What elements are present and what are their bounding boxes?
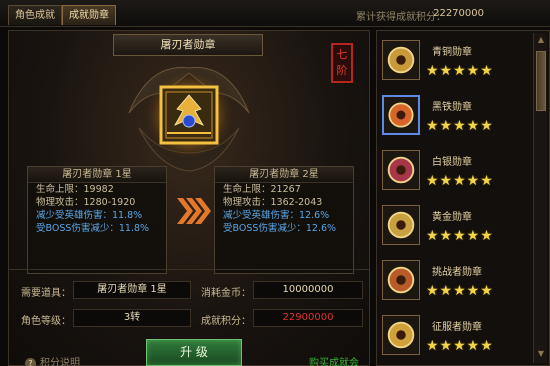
required-item-label: 需要道具： bbox=[21, 288, 71, 299]
medal-emblem-icon bbox=[128, 67, 250, 172]
scroll-up-icon[interactable]: ▲ bbox=[536, 35, 546, 47]
medal-name: 黄金勋章 bbox=[432, 212, 472, 223]
medal-item[interactable]: 征服者勋章 ★★★★★ bbox=[380, 312, 530, 364]
medal-item[interactable]: 黑铁勋章 ★★★★★ bbox=[380, 92, 530, 144]
next-boss-dmg-row: 受BOSS伤害减少：12.6% bbox=[223, 223, 337, 234]
medal-item[interactable]: 白银勋章 ★★★★★ bbox=[380, 147, 530, 199]
upgrade-arrows-icon bbox=[177, 198, 211, 224]
medal-icon bbox=[382, 40, 420, 80]
char-level-label: 角色等级： bbox=[21, 316, 71, 327]
current-boss-dmg-row: 受BOSS伤害减少：11.8% bbox=[36, 223, 150, 234]
star-rating: ★★★★★ bbox=[426, 118, 494, 134]
medal-icon bbox=[382, 95, 420, 135]
next-hero-dmg-row: 减少受英雄伤害：12.6% bbox=[223, 210, 330, 221]
medal-list-scrollbar[interactable]: ▲ ▼ bbox=[533, 33, 547, 363]
points-help-link[interactable]: ? 积分说明 bbox=[25, 354, 80, 366]
medal-icon bbox=[382, 315, 420, 355]
medal-icon bbox=[382, 260, 420, 300]
upgrade-button[interactable]: 升 级 bbox=[146, 339, 242, 366]
achievement-points-field: 22900000 bbox=[253, 309, 363, 327]
medal-detail-panel: 屠刃者勋章 七阶 屠刃者勋章 1星 生命上限：19982 物理攻击：1280-1… bbox=[8, 30, 370, 366]
scroll-thumb[interactable] bbox=[536, 51, 546, 111]
total-points-value: 22270000 bbox=[433, 8, 484, 19]
achievement-points-label: 成就积分： bbox=[201, 316, 251, 327]
rank-seal: 七阶 bbox=[331, 43, 353, 83]
medal-name: 白银勋章 bbox=[432, 157, 472, 168]
scroll-down-icon[interactable]: ▼ bbox=[536, 349, 546, 361]
next-stats-box: 屠刃者勋章 2星 生命上限：21267 物理攻击：1362-2043 减少受英雄… bbox=[214, 166, 354, 274]
star-rating: ★★★★★ bbox=[426, 283, 494, 299]
required-item-field: 屠刃者勋章 1星 bbox=[73, 281, 191, 299]
medal-list-panel: ▲ ▼ 青铜勋章 ★★★★★ 黑铁勋章 ★★★★★ 白银勋章 ★★★★★ 黄金勋章 ★★★★★… bbox=[376, 30, 550, 366]
medal-name: 挑战者勋章 bbox=[432, 267, 482, 278]
gold-cost-label: 消耗金币： bbox=[201, 288, 251, 299]
section-divider bbox=[9, 269, 369, 270]
medal-item[interactable]: 青铜勋章 ★★★★★ bbox=[380, 37, 530, 89]
next-atk-row: 物理攻击：1362-2043 bbox=[223, 197, 323, 208]
medal-item[interactable]: 挑战者勋章 ★★★★★ bbox=[380, 257, 530, 309]
char-level-field: 3转 bbox=[73, 309, 191, 327]
star-rating: ★★★★★ bbox=[426, 228, 494, 244]
buy-achievement-link[interactable]: 购买成就会>> bbox=[309, 354, 369, 366]
top-bar: 角色成就 成就勋章 累计获得成就积分： 22270000 bbox=[0, 0, 550, 27]
medal-name: 青铜勋章 bbox=[432, 47, 472, 58]
current-hero-dmg-row: 减少受英雄伤害：11.8% bbox=[36, 210, 143, 221]
current-stats-header: 屠刃者勋章 1星 bbox=[28, 167, 166, 183]
medal-item[interactable]: 黄金勋章 ★★★★★ bbox=[380, 202, 530, 254]
star-rating: ★★★★★ bbox=[426, 63, 494, 79]
tab-achievement-medals[interactable]: 成就勋章 bbox=[62, 5, 116, 25]
gold-cost-field: 10000000 bbox=[253, 281, 363, 299]
tab-character-achievements[interactable]: 角色成就 bbox=[8, 5, 62, 25]
medal-icon bbox=[382, 205, 420, 245]
question-icon: ? bbox=[25, 358, 36, 366]
current-atk-row: 物理攻击：1280-1920 bbox=[36, 197, 136, 208]
star-rating: ★★★★★ bbox=[426, 338, 494, 354]
medal-name: 黑铁勋章 bbox=[432, 102, 472, 113]
medal-name: 征服者勋章 bbox=[432, 322, 482, 333]
current-stats-box: 屠刃者勋章 1星 生命上限：19982 物理攻击：1280-1920 减少受英雄… bbox=[27, 166, 167, 274]
medal-icon bbox=[382, 150, 420, 190]
next-stats-header: 屠刃者勋章 2星 bbox=[215, 167, 353, 183]
star-rating: ★★★★★ bbox=[426, 173, 494, 189]
current-hp-row: 生命上限：19982 bbox=[36, 184, 114, 195]
next-hp-row: 生命上限：21267 bbox=[223, 184, 301, 195]
